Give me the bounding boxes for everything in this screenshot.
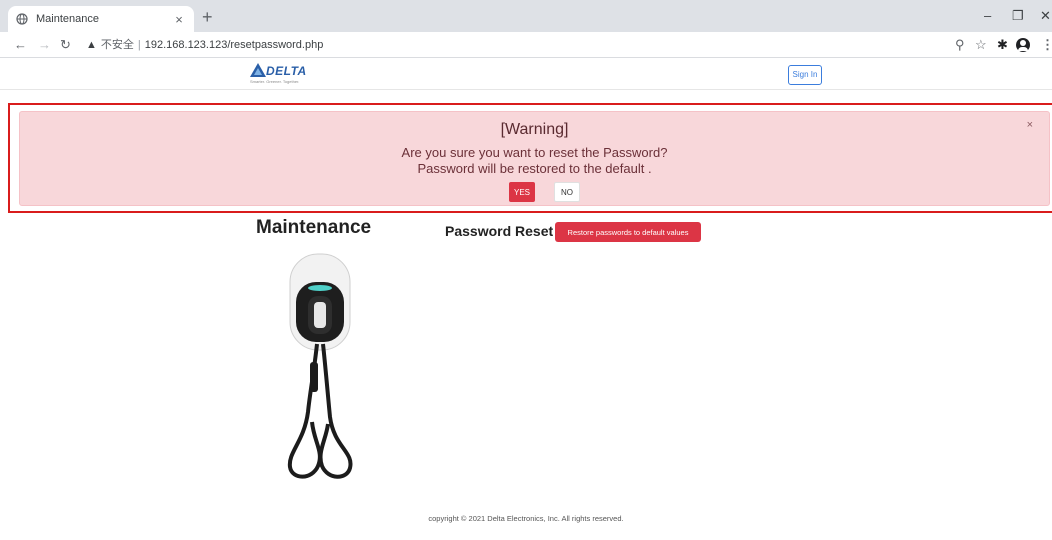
profile-icon[interactable] bbox=[1016, 38, 1030, 52]
footer-copyright: copyright © 2021 Delta Electronics, Inc.… bbox=[428, 514, 624, 523]
tab-close-icon[interactable]: × bbox=[172, 12, 186, 27]
tab-title: Maintenance bbox=[36, 13, 99, 25]
restore-passwords-button[interactable]: Restore passwords to default values bbox=[555, 222, 701, 242]
restore-window-icon[interactable]: ❐ bbox=[1012, 8, 1024, 24]
page-title: Maintenance bbox=[256, 217, 372, 238]
extensions-icon[interactable]: ✱ bbox=[997, 37, 1008, 53]
no-button[interactable]: NO bbox=[554, 182, 580, 202]
star-icon[interactable]: ☆ bbox=[975, 37, 987, 53]
delta-logo[interactable]: DELTA Smarter. Greener. Together. bbox=[250, 63, 330, 87]
back-icon[interactable]: ← bbox=[14, 37, 27, 53]
alert-title: [Warning] bbox=[500, 121, 569, 138]
close-window-icon[interactable]: ✕ bbox=[1040, 8, 1051, 24]
delta-logo-icon bbox=[250, 63, 266, 77]
reload-icon[interactable]: ↻ bbox=[60, 37, 71, 53]
warning-alert: [Warning] Are you sure you want to reset… bbox=[19, 111, 1050, 206]
url-text: 192.168.123.123/resetpassword.php bbox=[144, 39, 324, 51]
alert-message-line1: Are you sure you want to reset the Passw… bbox=[401, 145, 668, 160]
address-bar: ← → ↻ ▲ 不安全 | 192.168.123.123/resetpassw… bbox=[0, 32, 1052, 58]
minimize-icon[interactable]: – bbox=[984, 8, 991, 24]
logo-text: DELTA bbox=[266, 64, 307, 78]
sign-in-button[interactable]: Sign In bbox=[788, 65, 822, 85]
browser-tab[interactable]: Maintenance × bbox=[8, 6, 194, 32]
yes-button[interactable]: YES bbox=[509, 182, 535, 202]
security-label: 不安全 bbox=[100, 39, 134, 51]
new-tab-button[interactable]: + bbox=[202, 8, 213, 26]
globe-icon bbox=[16, 13, 28, 25]
zoom-icon[interactable]: ⚲ bbox=[955, 37, 965, 53]
page-header: DELTA Smarter. Greener. Together. Sign I… bbox=[0, 58, 1052, 90]
logo-tagline: Smarter. Greener. Together. bbox=[250, 79, 300, 84]
browser-tab-strip: Maintenance × + – ❐ ✕ bbox=[0, 0, 1052, 32]
menu-icon[interactable]: ⋮ bbox=[1041, 37, 1052, 53]
url-field[interactable]: ▲ 不安全 | 192.168.123.123/resetpassword.ph… bbox=[86, 37, 323, 53]
alert-message-line2: Password will be restored to the default… bbox=[417, 161, 652, 176]
password-reset-label: Password Reset bbox=[445, 223, 554, 239]
forward-icon[interactable]: → bbox=[38, 37, 51, 53]
ev-charger-image bbox=[287, 253, 353, 479]
url-separator: | bbox=[137, 39, 141, 51]
alert-close-icon[interactable]: × bbox=[1027, 119, 1033, 131]
warning-icon: ▲ bbox=[86, 39, 97, 51]
